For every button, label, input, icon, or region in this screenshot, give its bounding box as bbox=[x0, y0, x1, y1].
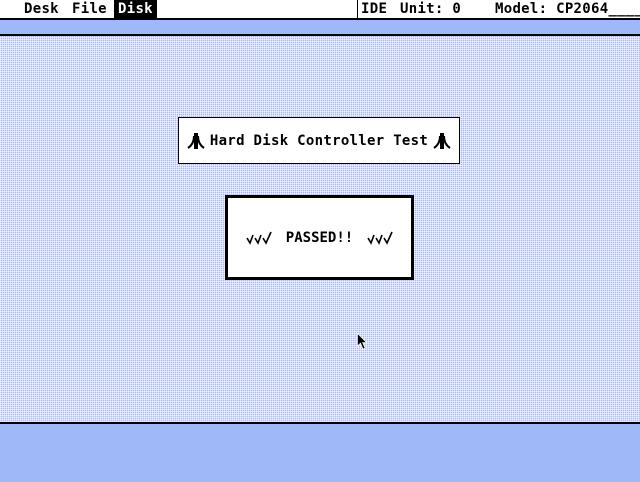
checkmarks-icon bbox=[246, 231, 272, 245]
unit-label: Unit: 0 bbox=[400, 1, 462, 17]
interface-label: IDE bbox=[361, 1, 388, 17]
test-result-status: PASSED!! bbox=[285, 229, 354, 246]
checkmarks-icon bbox=[367, 231, 393, 245]
title-dialog: Hard Disk Controller Test bbox=[178, 117, 460, 164]
bottom-window-strip bbox=[0, 422, 640, 482]
atari-logo-icon bbox=[433, 132, 451, 149]
menubar-divider bbox=[357, 0, 358, 18]
result-dialog: PASSED!! bbox=[225, 195, 414, 280]
model-label: Model: CP2064_____ bbox=[495, 1, 640, 17]
dialog-title: Hard Disk Controller Test bbox=[209, 132, 429, 149]
top-window-strip bbox=[0, 20, 640, 36]
menu-desk[interactable]: Desk bbox=[20, 0, 63, 18]
atari-logo-icon bbox=[187, 132, 205, 149]
menu-disk[interactable]: Disk bbox=[114, 0, 157, 18]
mouse-pointer-icon bbox=[357, 333, 368, 350]
menu-file[interactable]: File bbox=[68, 0, 111, 18]
menu-bar: Desk File Disk IDE Unit: 0 Model: CP2064… bbox=[0, 0, 640, 20]
